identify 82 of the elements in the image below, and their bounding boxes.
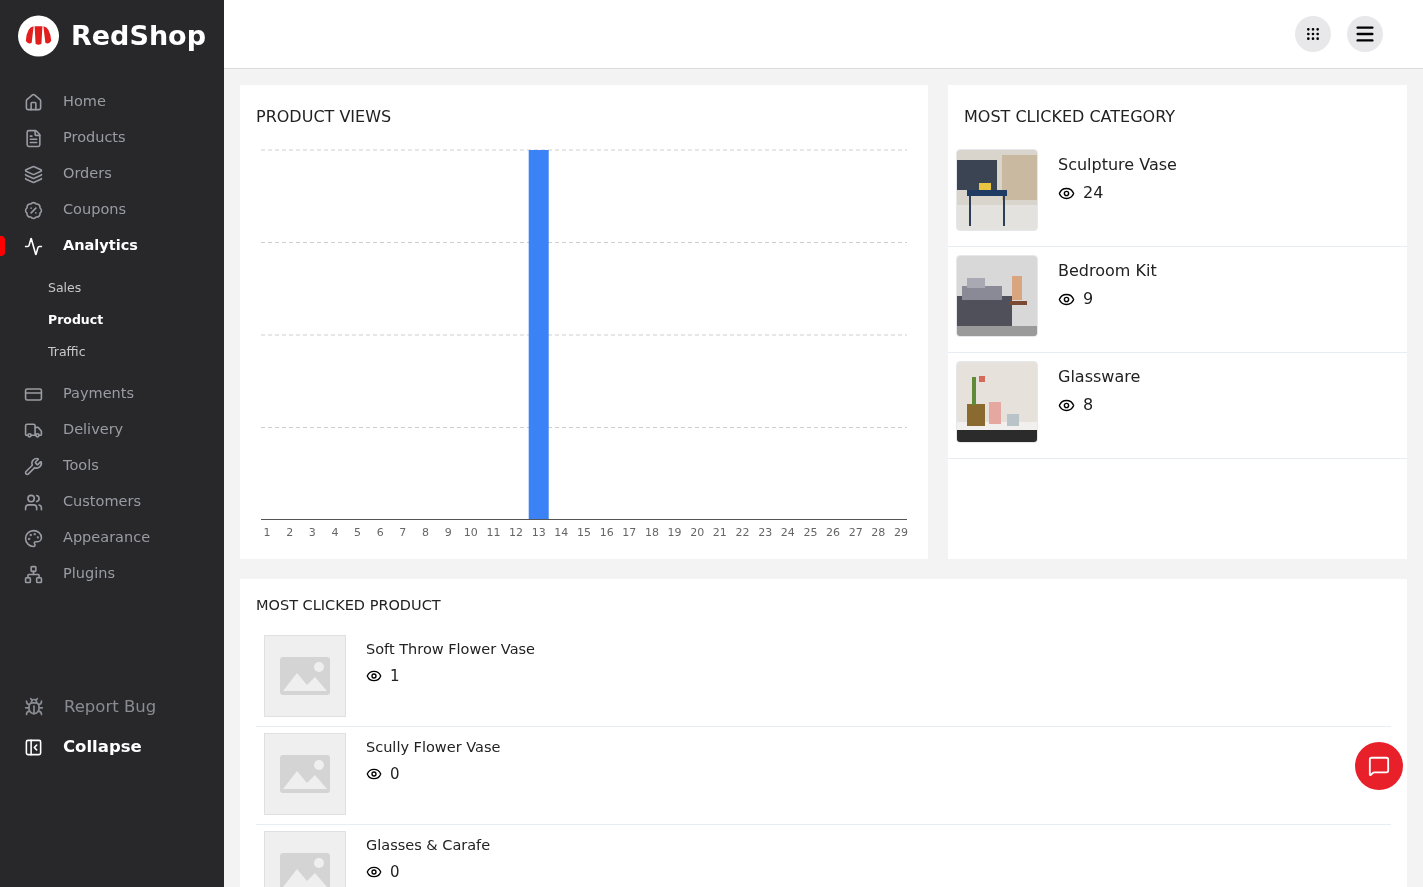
product-name: Scully Flower Vase: [366, 737, 501, 757]
brand-name: RedShop: [71, 18, 206, 53]
axis-label: 26: [826, 525, 841, 541]
subnav-item[interactable]: Sales: [0, 272, 224, 304]
axis-label: 24: [780, 525, 795, 541]
axis-label: 21: [712, 525, 727, 541]
wrench-icon: [24, 456, 43, 476]
nav-item[interactable]: Tools: [0, 448, 224, 484]
nav-item[interactable]: Analytics: [0, 228, 224, 264]
product-name: Glasses & Carafe: [366, 835, 491, 855]
palette-icon: [24, 528, 43, 548]
collapse-button[interactable]: Collapse: [0, 727, 224, 767]
category-name: Glassware: [1058, 366, 1141, 388]
axis-label: 2: [286, 525, 294, 541]
subnav-item[interactable]: Product: [0, 304, 224, 336]
axis-label: 6: [376, 525, 384, 541]
axis-label: 25: [803, 525, 818, 541]
category-name: Sculpture Vase: [1058, 154, 1177, 176]
axis-label: 7: [399, 525, 407, 541]
nav-item[interactable]: Delivery: [0, 412, 224, 448]
axis-label: 29: [894, 525, 908, 541]
axis-label: 11: [486, 525, 501, 541]
bug-icon: [24, 697, 44, 717]
axis-label: 9: [444, 525, 452, 541]
menu-icon: [1354, 23, 1376, 45]
apps-button[interactable]: [1295, 16, 1331, 52]
report-bug-link[interactable]: Report Bug: [0, 687, 224, 727]
axis-label: 3: [308, 525, 316, 541]
nav-item[interactable]: Orders: [0, 156, 224, 192]
axis-label: 10: [463, 525, 478, 541]
house-icon: [24, 92, 43, 112]
axis-label: 4: [331, 525, 339, 541]
axis-label: 23: [758, 525, 773, 541]
axis-label: 17: [622, 525, 637, 541]
category-name: Bedroom Kit: [1058, 260, 1157, 282]
nav-item[interactable]: Plugins: [0, 556, 224, 592]
menu-button[interactable]: [1347, 16, 1383, 52]
axis-label: 1: [263, 525, 271, 541]
nav-item[interactable]: Payments: [0, 376, 224, 412]
nav-item[interactable]: Customers: [0, 484, 224, 520]
hierarchy-icon: [24, 564, 43, 584]
axis-label: 18: [644, 525, 659, 541]
nav-item[interactable]: Coupons: [0, 192, 224, 228]
axis-label: 8: [422, 525, 429, 541]
view-count: 0: [390, 861, 400, 883]
axis-label: 28: [871, 525, 886, 541]
card-title: MOST CLICKED CATEGORY: [963, 106, 1176, 128]
chat-icon: [1368, 755, 1390, 777]
axis-label: 12: [509, 525, 524, 541]
axis-label: 5: [354, 525, 362, 541]
nav-item[interactable]: Home: [0, 84, 224, 120]
view-count: 1: [390, 665, 400, 687]
axis-label: 20: [690, 525, 705, 541]
subnav-item[interactable]: Traffic: [0, 336, 224, 368]
document-icon: [24, 128, 43, 148]
card-title: PRODUCT VIEWS: [256, 106, 393, 128]
truck-icon: [24, 420, 43, 440]
product-name: Soft Throw Flower Vase: [366, 639, 535, 659]
layers-icon: [24, 164, 43, 184]
view-count: 9: [1083, 288, 1094, 310]
collapse-icon: [24, 737, 43, 757]
axis-label: 16: [599, 525, 614, 541]
grid-icon: [1305, 26, 1321, 42]
active-indicator: [0, 236, 5, 256]
view-count: 8: [1083, 394, 1094, 416]
view-count: 24: [1083, 182, 1104, 204]
logo-icon: [18, 15, 59, 57]
people-icon: [24, 492, 43, 512]
axis-label: 19: [667, 525, 682, 541]
axis-label: 22: [735, 525, 750, 541]
card-title: MOST CLICKED PRODUCT: [256, 596, 442, 615]
view-count: 0: [390, 763, 400, 785]
axis-label: 13: [531, 525, 546, 541]
image-placeholder-icon: [264, 634, 346, 717]
nav-item[interactable]: Appearance: [0, 520, 224, 556]
axis-label: 15: [577, 525, 591, 541]
image-placeholder-icon: [264, 732, 346, 815]
percent-badge-icon: [24, 200, 43, 220]
axis-label: 27: [848, 525, 863, 541]
nav-item[interactable]: Products: [0, 120, 224, 156]
trend-line-icon: [24, 236, 43, 256]
axis-label: 14: [554, 525, 569, 541]
